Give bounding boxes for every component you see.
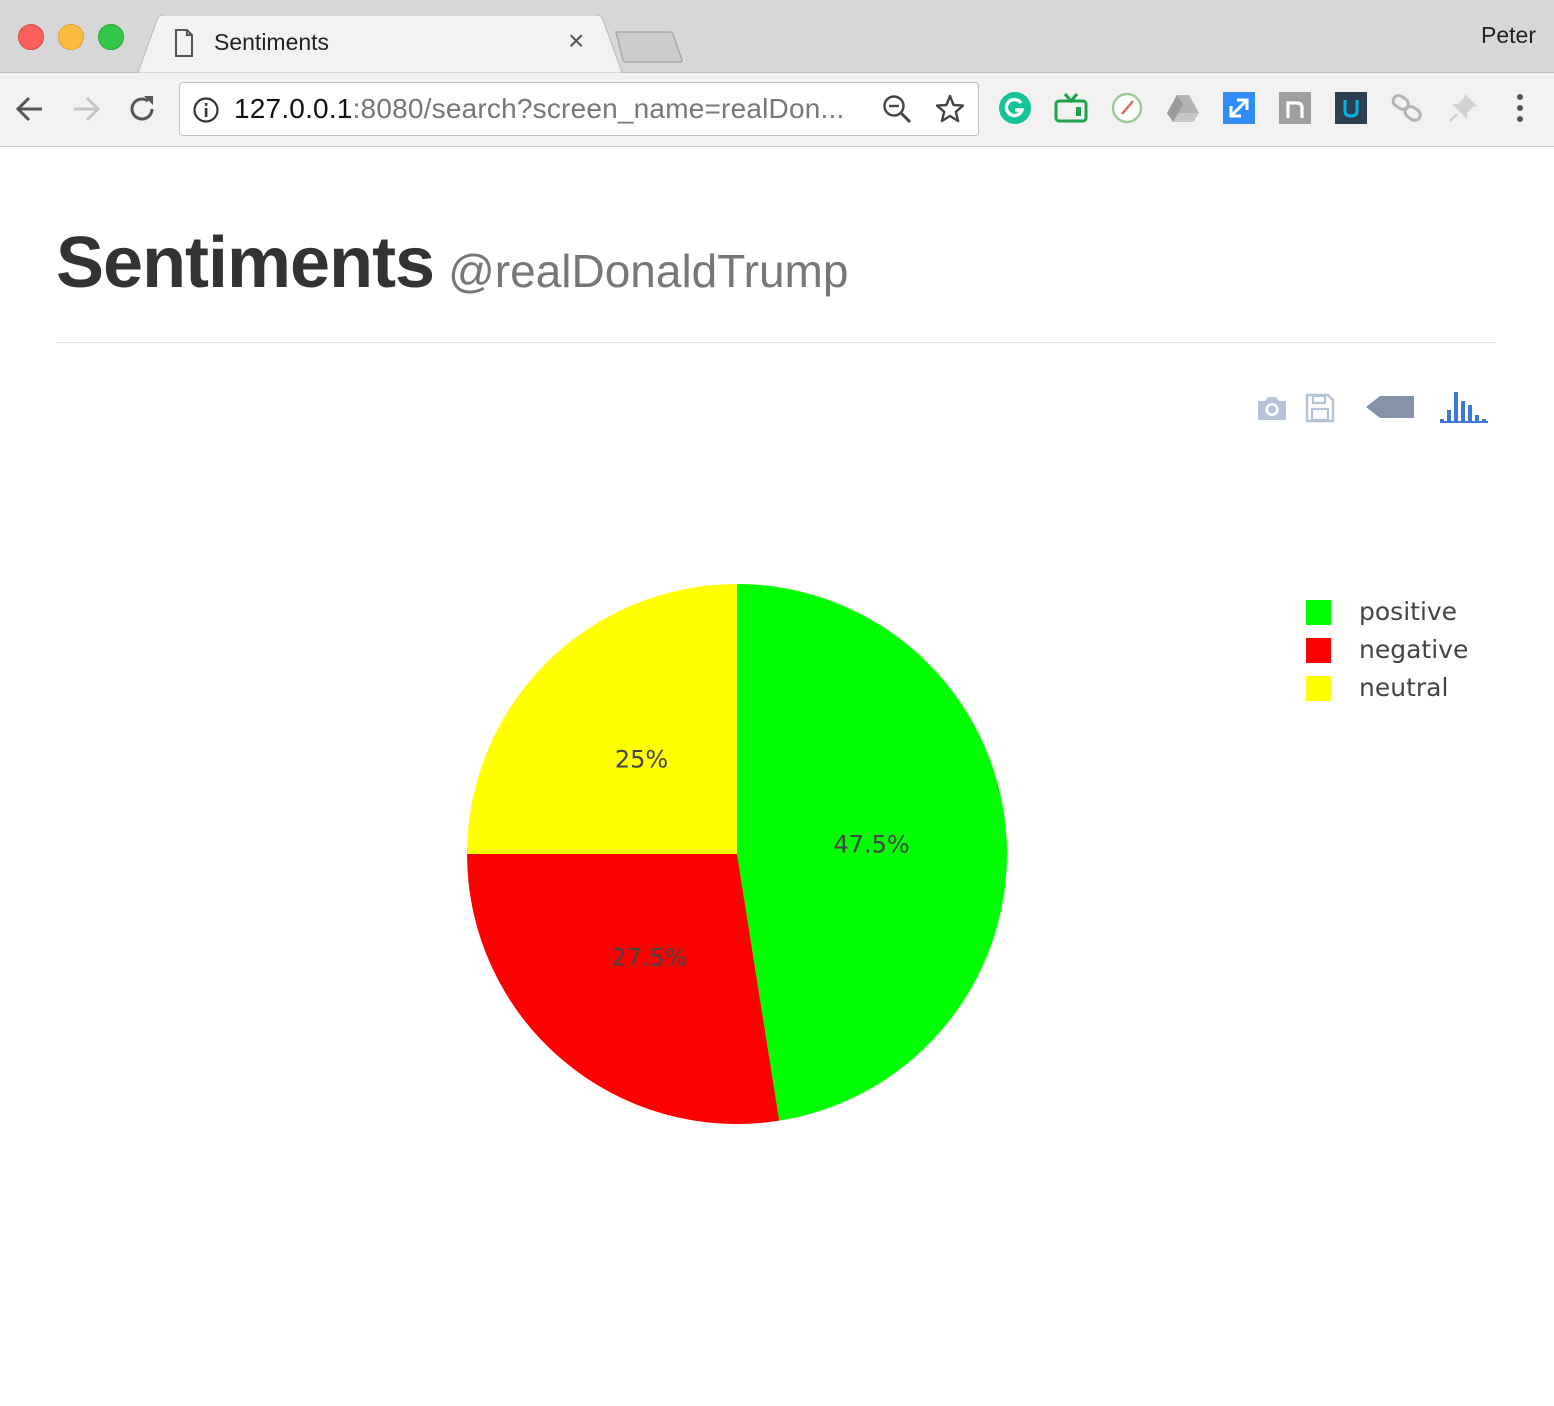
pie-label-negative: 27.5% xyxy=(611,944,687,972)
legend-label-negative: negative xyxy=(1359,635,1469,664)
legend-swatch-neutral xyxy=(1306,676,1331,701)
pie-label-neutral: 25% xyxy=(615,746,668,774)
pie-slice-negative[interactable] xyxy=(467,854,780,1124)
legend-label-neutral: neutral xyxy=(1359,673,1449,702)
pie-label-positive: 47.5% xyxy=(833,830,909,858)
legend-swatch-positive xyxy=(1306,600,1331,625)
sentiment-pie-chart: 47.5% 27.5% 25% xyxy=(467,583,1008,1124)
pie-slice-neutral[interactable] xyxy=(467,584,737,854)
legend-item-neutral[interactable]: neutral xyxy=(1306,673,1506,703)
legend-item-positive[interactable]: positive xyxy=(1306,597,1506,627)
legend-swatch-negative xyxy=(1306,638,1331,663)
legend-item-negative[interactable]: negative xyxy=(1306,635,1506,665)
legend-label-positive: positive xyxy=(1359,597,1458,626)
